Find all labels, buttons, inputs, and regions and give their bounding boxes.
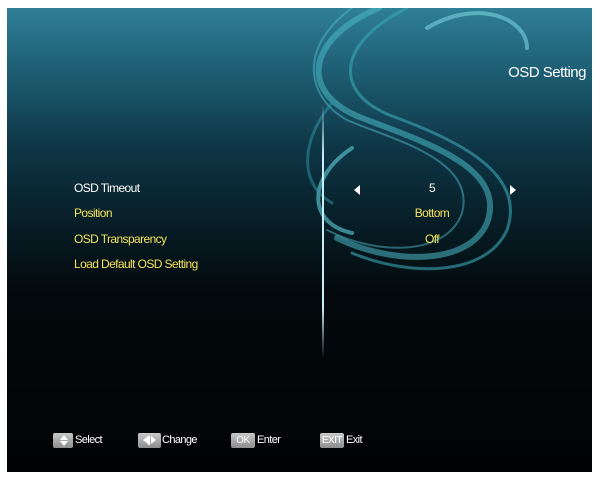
hint-change-label: Change [162,434,198,446]
hint-exit-label: Exit [346,434,363,446]
position-value: Bottom [414,206,450,220]
vertical-divider [322,104,324,358]
menu-item-position[interactable]: Position [74,206,113,220]
exit-key: EXIT [320,433,344,448]
menu-item-osd-transparency[interactable]: OSD Transparency [74,232,167,246]
hint-select-label: Select [75,434,103,446]
arrow-right-icon[interactable] [510,185,516,195]
left-right-arrows-icon [138,433,161,448]
up-down-arrows-icon [53,433,73,448]
ok-key: OK [231,433,255,448]
osd-setting-screen: OSD Setting OSD Timeout Position OSD Tra… [7,8,592,472]
page-title: OSD Setting [508,64,586,81]
osd-transparency-value: Off [425,232,440,246]
hint-enter-label: Enter [257,434,281,446]
menu-item-osd-timeout[interactable]: OSD Timeout [74,181,140,195]
osd-timeout-value: 5 [428,181,436,195]
arrow-left-icon[interactable] [354,185,360,195]
menu-item-load-default-osd-setting[interactable]: Load Default OSD Setting [74,257,198,271]
